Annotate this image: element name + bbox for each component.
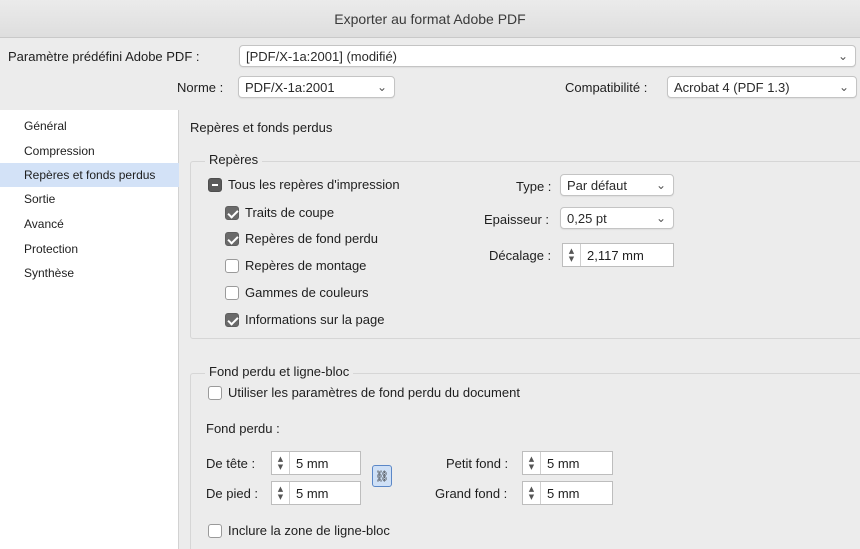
compat-label: Compatibilité : [565, 80, 648, 95]
top-bleed-label: De tête : [206, 456, 256, 471]
sidebar-item-summary[interactable]: Synthèse [0, 261, 179, 285]
weight-value: 0,25 pt [567, 210, 607, 226]
sidebar-item-security[interactable]: Protection [0, 237, 179, 261]
sidebar: Général Compression Repères et fonds per… [0, 110, 179, 549]
bleed-group-title: Fond perdu et ligne-bloc [205, 364, 354, 379]
preset-label: Paramètre prédéfini Adobe PDF : [8, 49, 200, 64]
registration-marks-checkbox[interactable] [225, 259, 239, 273]
chain-link-icon[interactable]: ⛓ [372, 465, 392, 487]
compat-select[interactable]: Acrobat 4 (PDF 1.3) ⌄ [667, 76, 857, 98]
bleed-label: Fond perdu : [206, 421, 280, 436]
registration-marks-label: Repères de montage [245, 258, 367, 273]
color-bars-label: Gammes de couleurs [245, 285, 369, 300]
top-bleed-field[interactable]: ▲ ▼ 5 mm [271, 451, 361, 475]
type-label: Type : [516, 179, 552, 194]
all-marks-label: Tous les repères d'impression [228, 177, 400, 192]
use-document-bleed-checkbox[interactable] [208, 386, 222, 400]
inside-bleed-value: 5 mm [547, 455, 580, 471]
standard-value: PDF/X-1a:2001 [245, 79, 335, 95]
type-value: Par défaut [567, 177, 627, 193]
bottom-bleed-field[interactable]: ▲ ▼ 5 mm [271, 481, 361, 505]
include-slug-checkbox[interactable] [208, 524, 222, 538]
chevron-down-icon: ⌄ [838, 80, 849, 94]
offset-label: Décalage : [489, 248, 552, 263]
standard-select[interactable]: PDF/X-1a:2001 ⌄ [238, 76, 395, 98]
preset-value: [PDF/X-1a:2001] (modifié) [246, 48, 398, 64]
crop-marks-label: Traits de coupe [245, 205, 335, 220]
stepper-icon[interactable]: ▲ ▼ [272, 482, 290, 504]
chevron-down-icon: ⌄ [655, 178, 666, 192]
color-bars-checkbox[interactable] [225, 286, 239, 300]
chevron-down-icon: ⌄ [376, 80, 387, 94]
chevron-down-icon: ⌄ [655, 211, 666, 225]
stepper-icon[interactable]: ▲ ▼ [523, 452, 541, 474]
outside-bleed-field[interactable]: ▲ ▼ 5 mm [522, 481, 613, 505]
outside-bleed-value: 5 mm [547, 485, 580, 501]
page-info-label: Informations sur la page [245, 312, 385, 327]
sidebar-item-general[interactable]: Général [0, 114, 179, 138]
stepper-icon[interactable]: ▲ ▼ [563, 244, 581, 266]
inside-bleed-field[interactable]: ▲ ▼ 5 mm [522, 451, 613, 475]
marks-group-title: Repères [205, 152, 263, 167]
bottom-bleed-value: 5 mm [296, 485, 329, 501]
stepper-icon[interactable]: ▲ ▼ [523, 482, 541, 504]
page-title: Repères et fonds perdus [190, 120, 333, 135]
sidebar-item-compression[interactable]: Compression [0, 139, 179, 163]
bleed-marks-label: Repères de fond perdu [245, 231, 378, 246]
preset-select[interactable]: [PDF/X-1a:2001] (modifié) ⌄ [239, 45, 856, 67]
chevron-down-icon: ⌄ [837, 49, 848, 63]
type-select[interactable]: Par défaut ⌄ [560, 174, 674, 196]
main-panel: Repères et fonds perdus Repères Tous les… [179, 110, 860, 549]
sidebar-item-marks-and-bleeds[interactable]: Repères et fonds perdus [0, 163, 179, 187]
weight-label: Epaisseur : [484, 212, 550, 227]
offset-field[interactable]: ▲ ▼ 2,117 mm [562, 243, 674, 267]
bottom-bleed-label: De pied : [206, 486, 259, 501]
window-title: Exporter au format Adobe PDF [334, 10, 526, 27]
page-info-checkbox[interactable] [225, 313, 239, 327]
bleed-marks-checkbox[interactable] [225, 232, 239, 246]
title-bar: Exporter au format Adobe PDF [0, 0, 860, 38]
outside-bleed-label: Grand fond : [435, 486, 508, 501]
include-slug-label: Inclure la zone de ligne-bloc [228, 523, 390, 538]
offset-value: 2,117 mm [587, 247, 644, 263]
crop-marks-checkbox[interactable] [225, 206, 239, 220]
use-document-bleed-label: Utiliser les paramètres de fond perdu du… [228, 385, 520, 400]
top-bleed-value: 5 mm [296, 455, 329, 471]
compat-value: Acrobat 4 (PDF 1.3) [674, 79, 790, 95]
weight-select[interactable]: 0,25 pt ⌄ [560, 207, 674, 229]
sidebar-item-output[interactable]: Sortie [0, 187, 179, 211]
inside-bleed-label: Petit fond : [446, 456, 509, 471]
stepper-icon[interactable]: ▲ ▼ [272, 452, 290, 474]
sidebar-item-advanced[interactable]: Avancé [0, 212, 179, 236]
standard-label: Norme : [177, 80, 224, 95]
all-marks-checkbox[interactable] [208, 178, 222, 192]
